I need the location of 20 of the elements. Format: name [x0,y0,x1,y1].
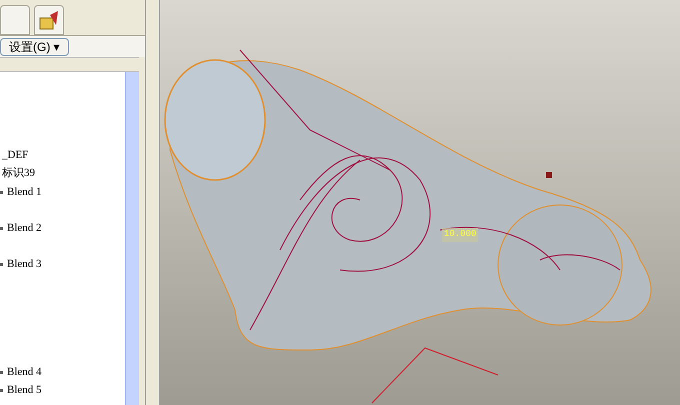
tree-item[interactable]: Blend 4 [5,364,42,380]
marker-icon [546,172,552,178]
tree-item[interactable]: Blend 2 [5,220,42,236]
folder-tab[interactable] [34,5,64,35]
feature-icon [0,388,3,392]
tree-item[interactable]: _DEF [0,146,28,164]
tree-item[interactable]: 标识39 [0,164,35,182]
feature-icon [0,370,3,374]
folder-icon [38,9,60,31]
settings-button[interactable]: 设置(G) ▾ [0,38,69,56]
dimension-label: 10.000 [442,228,478,242]
tree-item[interactable]: Blend 3 [5,256,42,272]
splitter[interactable] [145,0,160,405]
toolbar-tab[interactable] [0,5,30,35]
feature-icon [0,190,3,194]
feature-icon [0,226,3,230]
feature-icon [0,262,3,266]
tree-item[interactable]: Blend 5 [5,382,42,398]
tree-item[interactable]: Blend 1 [5,184,42,200]
scrollbar[interactable] [125,72,139,405]
